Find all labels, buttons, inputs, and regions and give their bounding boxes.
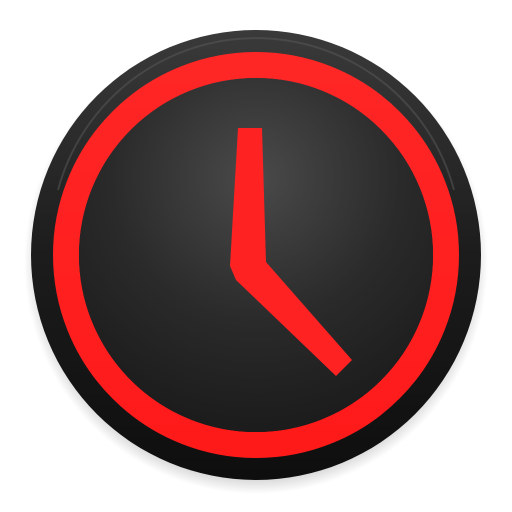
clock-app-icon[interactable] [0,0,512,512]
clock-icon [24,30,488,494]
